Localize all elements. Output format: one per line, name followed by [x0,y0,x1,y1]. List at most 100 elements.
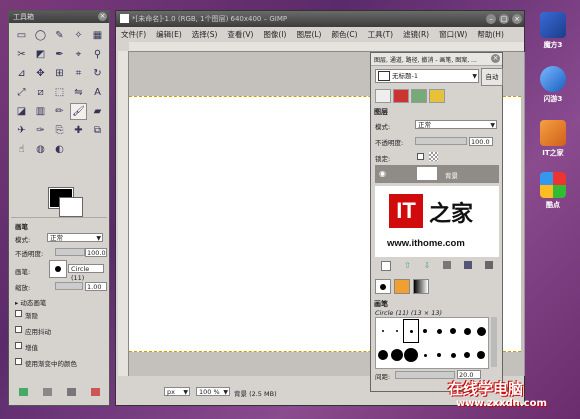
menu-item[interactable]: 工具(T) [363,28,398,41]
align-icon[interactable]: ⊞ [51,65,68,82]
rect-select-icon[interactable]: ▭ [13,27,30,44]
tab-paths[interactable] [411,89,427,103]
scale-slider[interactable] [55,282,83,290]
ink-icon[interactable]: ✑ [32,122,49,139]
lower-layer-icon[interactable]: ⇩ [424,261,431,273]
color-select-icon[interactable]: ▦ [89,27,106,44]
close-icon[interactable]: × [512,14,522,24]
horizontal-ruler[interactable] [129,42,524,52]
dodge-icon[interactable]: ◐ [51,141,68,158]
tab-patterns[interactable] [394,279,410,294]
mode-select[interactable]: 正常 ▼ [47,233,103,242]
image-window-titlebar[interactable]: *[未命名]-1.0 (RGB, 1个图层) 640x400 – GIMP – … [116,11,524,27]
blend-icon[interactable]: ▥ [32,103,49,120]
scale-spinbox[interactable]: 1.00 [85,282,107,291]
brush-cell[interactable] [404,344,418,366]
vertical-ruler[interactable] [118,51,129,376]
paths-icon[interactable]: ✒ [51,46,68,63]
desktop-icon-ithome[interactable]: IT之家 [533,120,573,158]
brush-cell[interactable] [418,320,432,342]
menu-item[interactable]: 编辑(E) [151,28,187,41]
brush-cell[interactable] [474,344,488,366]
flip-icon[interactable]: ⇋ [70,84,87,101]
brush-cell[interactable] [460,320,474,342]
brush-cell[interactable] [390,320,404,342]
jitter-checkbox[interactable] [15,326,22,333]
menu-item[interactable]: 图像(I) [258,28,291,41]
brush-cell[interactable] [418,344,432,366]
menu-item[interactable]: 文件(F) [116,28,151,41]
vertical-scrollbar[interactable] [524,52,525,376]
auto-button[interactable]: 自动 [481,68,503,86]
fuzzy-select-icon[interactable]: ✧ [70,27,87,44]
brush-preview[interactable] [49,260,67,278]
menu-item[interactable]: 窗口(W) [434,28,472,41]
blur-icon[interactable]: ◍ [32,141,49,158]
minimize-icon[interactable]: – [486,14,496,24]
menu-item[interactable]: 滤镜(R) [398,28,434,41]
desktop-icon-kudian[interactable]: 酷点 [533,172,573,210]
close-icon[interactable]: × [98,12,107,21]
tab-channels[interactable] [393,89,409,103]
new-layer-icon[interactable] [381,261,392,271]
brush-cell[interactable] [446,320,460,342]
desktop-icon-shanyou[interactable]: 闪游3 [533,66,573,104]
brush-grid[interactable] [375,317,489,369]
dock-titlebar[interactable]: 图层, 通道, 路径, 撤消 - 画笔, 图案, ... × [371,53,502,66]
measure-icon[interactable]: ⊿ [13,65,30,82]
brush-name-field[interactable]: Circle (11) [68,264,104,282]
clone-icon[interactable]: ⎘ [51,122,68,139]
tab-layers[interactable] [375,89,391,103]
layers-opacity-spinbox[interactable]: 100.0 [469,137,493,146]
brush-cell[interactable] [432,320,446,342]
menu-item[interactable]: 选择(S) [187,28,223,41]
opacity-spinbox[interactable]: 100.0 [85,248,107,257]
gradient-color-checkbox[interactable] [15,358,22,365]
lock-alpha-icon[interactable] [429,152,438,161]
close-icon[interactable]: × [491,54,500,63]
raise-layer-icon[interactable]: ⇧ [404,261,411,273]
tab-brushes[interactable] [375,279,391,294]
heal-icon[interactable]: ✚ [70,122,87,139]
delete-layer-icon[interactable] [484,261,493,269]
text-icon[interactable]: A [89,84,106,101]
airbrush-icon[interactable]: ✈ [13,122,30,139]
bucket-fill-icon[interactable]: ◪ [13,103,30,120]
background-color-swatch[interactable] [59,197,83,217]
scale-icon[interactable]: ⤢ [13,84,30,101]
spacing-slider[interactable] [395,371,455,379]
tab-gradients[interactable] [413,279,429,294]
menu-item[interactable]: 图层(L) [291,28,326,41]
layers-opacity-slider[interactable] [415,137,467,145]
delete-preset-icon[interactable] [66,388,76,396]
brush-cell[interactable] [390,344,404,366]
lock-pixels-checkbox[interactable] [417,153,424,160]
anchor-layer-icon[interactable] [463,261,472,269]
save-preset-icon[interactable] [18,388,28,396]
eraser-icon[interactable]: ▰ [89,103,106,120]
desktop-icon-mofang[interactable]: 魔方3 [533,12,573,50]
rotate-icon[interactable]: ↻ [89,65,106,82]
perspective-icon[interactable]: ⬚ [51,84,68,101]
fade-checkbox[interactable] [15,310,22,317]
brush-cell[interactable] [403,319,419,343]
move-icon[interactable]: ✥ [32,65,49,82]
foreground-select-icon[interactable]: ◩ [32,46,49,63]
scissors-icon[interactable]: ✂ [13,46,30,63]
perspective-clone-icon[interactable]: ⧉ [89,122,106,139]
reset-options-icon[interactable] [90,388,100,396]
smudge-icon[interactable]: ☝ [13,141,30,158]
image-select[interactable]: 无标题-1 ▼ [375,69,479,83]
pencil-icon[interactable]: ✏ [51,103,68,120]
toolbox-titlebar[interactable]: 工具箱 × [9,11,109,23]
color-picker-icon[interactable]: ⌖ [70,46,87,63]
brush-cell[interactable] [446,344,460,366]
restore-preset-icon[interactable] [42,388,52,396]
layers-mode-select[interactable]: 正常 ▼ [415,120,497,129]
brush-cell[interactable] [432,344,446,366]
zoom-select[interactable]: 100 % ▼ [196,387,230,396]
tab-undo[interactable] [429,89,445,103]
shear-icon[interactable]: ⧄ [32,84,49,101]
menu-item[interactable]: 帮助(H) [472,28,509,41]
brush-cell[interactable] [376,344,390,366]
